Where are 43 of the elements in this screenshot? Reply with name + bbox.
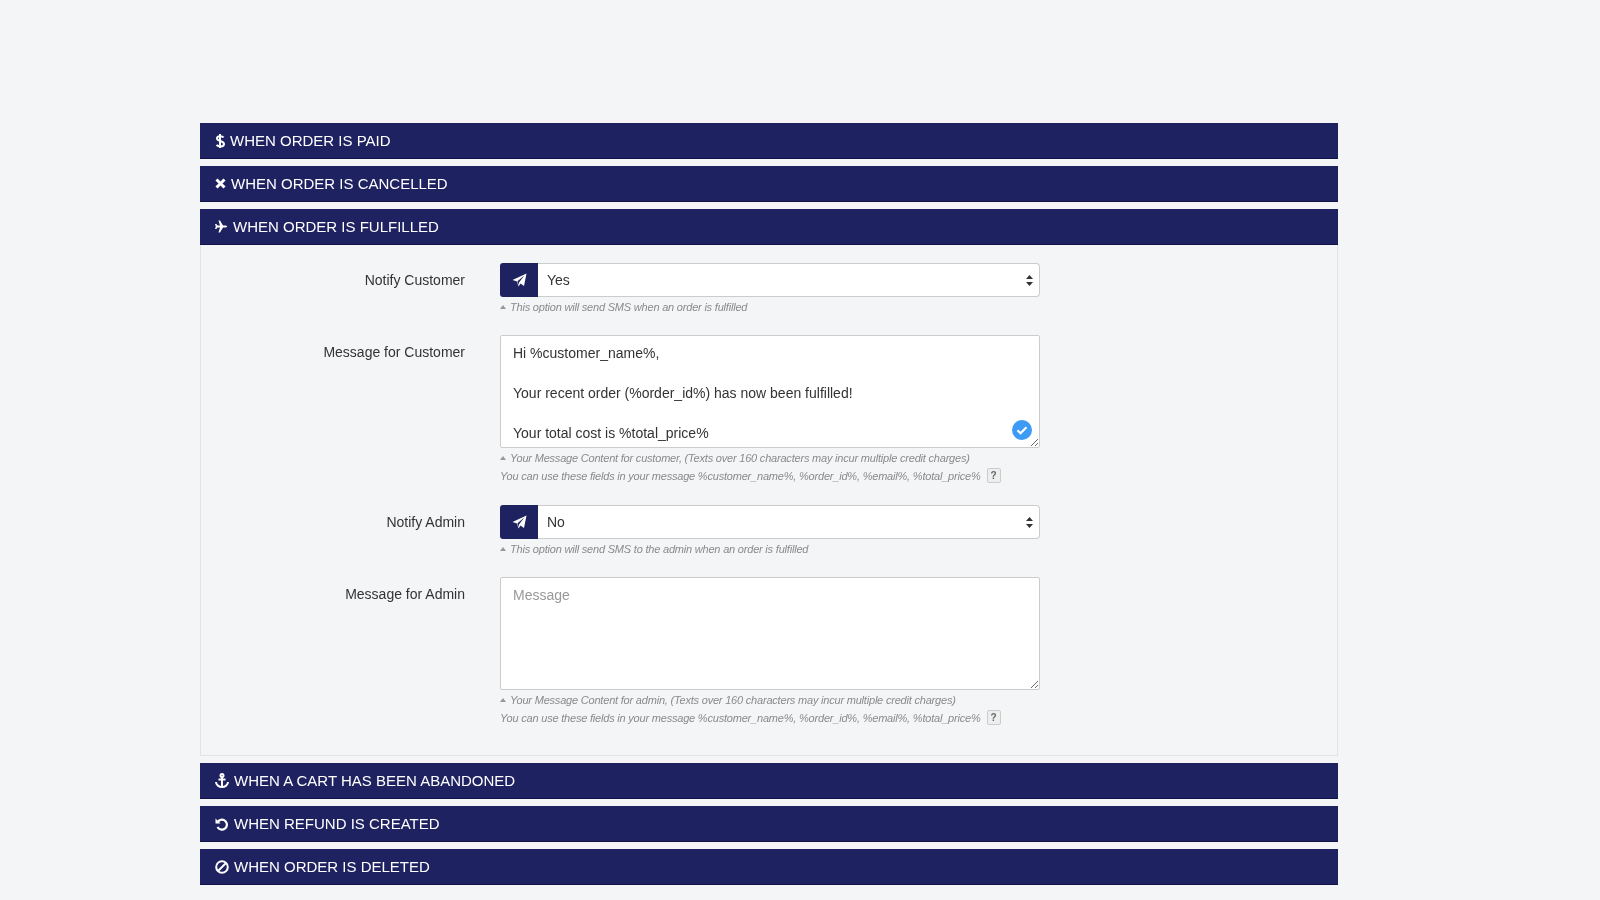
section-title: WHEN A CART HAS BEEN ABANDONED [234, 772, 516, 789]
section-header[interactable]: WHEN REFUND IS CREATED [200, 806, 1338, 842]
section-header[interactable]: WHEN A CART HAS BEEN ABANDONED [200, 763, 1338, 799]
caret-up-icon [500, 698, 506, 702]
message-field[interactable]: Hi %customer_name%, Your recent order (%order_id%) has now been fulfilled! Your total cost is %total_price% [500, 335, 1040, 448]
section-title: WHEN ORDER IS FULFILLED [233, 218, 439, 235]
help-text: Your Message Content for customer, (Texts over 160 characters may incur multiple credit charges) [510, 452, 970, 464]
section-title: WHEN ORDER IS CANCELLED [231, 175, 448, 192]
send-icon [511, 272, 527, 288]
help-text: This option will send SMS to the admin when an order is fulfilled [510, 543, 809, 555]
section-header[interactable]: WHEN ORDER IS DELETED [200, 849, 1338, 885]
field-label: Notify Admin [385, 513, 465, 530]
section-header[interactable]: WHEN ORDER IS CANCELLED [200, 166, 1338, 202]
send-icon [511, 514, 527, 530]
select-field[interactable]: Yes [538, 263, 1040, 297]
fields-note: You can use these fields in your message %customer_name%, %order_id%, %email%, %total_price% [500, 469, 981, 482]
field-label: Message for Admin [344, 585, 465, 602]
updown-icon [1026, 516, 1033, 528]
help-text: Your Message Content for admin, (Texts over 160 characters may incur multiple credit charges) [510, 694, 956, 706]
message-field[interactable]: Message [500, 577, 1040, 690]
fields-note: You can use these fields in your message %customer_name%, %order_id%, %email%, %total_price% [500, 711, 981, 724]
ban-icon [215, 859, 229, 874]
check-icon [1012, 420, 1032, 440]
help-button[interactable]: ? [986, 710, 1001, 725]
caret-up-icon [500, 456, 506, 460]
close-icon [215, 178, 226, 189]
section-title: WHEN ORDER IS PAID [230, 132, 391, 149]
field-label: Notify Customer [363, 271, 465, 288]
section-title: WHEN REFUND IS CREATED [234, 815, 440, 832]
caret-up-icon [500, 305, 506, 309]
airplane-icon [215, 220, 228, 233]
section-header[interactable]: WHEN ORDER IS FULFILLED [200, 209, 1338, 245]
section-header[interactable]: WHEN ORDER IS PAID [200, 123, 1338, 159]
select-field[interactable]: No [538, 505, 1040, 539]
caret-up-icon [500, 547, 506, 551]
updown-icon [1026, 274, 1033, 286]
field-label: Message for Customer [322, 343, 465, 360]
undo-icon [215, 816, 229, 831]
dollar-icon [215, 132, 225, 149]
help-button[interactable]: ? [986, 468, 1001, 483]
anchor-icon [215, 773, 229, 788]
help-text: This option will send SMS when an order is fulfilled [510, 301, 748, 313]
section-title: WHEN ORDER IS DELETED [234, 858, 430, 875]
